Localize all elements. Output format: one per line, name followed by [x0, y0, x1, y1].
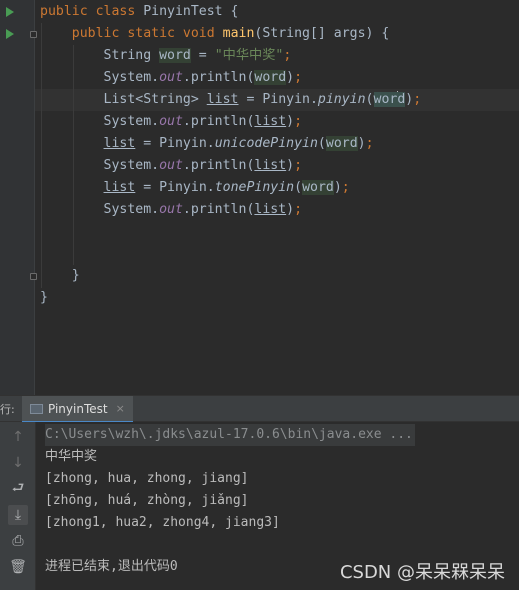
- run-console[interactable]: ↑ ↓ ⮐ ⤓ ⎙ 🗑 C:\Users\wzh\.jdks\azul-17.0.6\bi…: [0, 422, 519, 590]
- code-token: public static void: [40, 26, 223, 41]
- code-token: word: [159, 48, 191, 63]
- arrow-up-icon[interactable]: ↑: [8, 427, 28, 447]
- code-token: String: [40, 48, 160, 63]
- gutter-divider: [34, 0, 35, 395]
- code-token: (: [317, 136, 326, 151]
- code-token: ): [286, 158, 295, 173]
- fold-marker-icon[interactable]: [30, 273, 37, 280]
- code-token: list: [103, 136, 136, 151]
- code-token: System.: [40, 114, 160, 129]
- scroll-to-end-icon[interactable]: ⤓: [8, 505, 28, 525]
- arrow-down-icon[interactable]: ↓: [8, 453, 28, 473]
- code-token: .println(: [182, 158, 255, 173]
- code-token: = Pinyin.: [238, 92, 318, 107]
- code-token: ;: [341, 180, 350, 195]
- code-token: ;: [365, 136, 374, 151]
- code-line[interactable]: List<String> list = Pinyin.pinyin(word);: [40, 89, 421, 111]
- code-token: public class: [40, 4, 144, 19]
- run-class-icon[interactable]: [6, 7, 14, 17]
- code-token: wor: [373, 92, 398, 107]
- run-tab-label: PinyinTest: [48, 401, 108, 416]
- console-output-line: [zhong, hua, zhong, jiang]: [45, 471, 249, 486]
- code-token: =: [190, 48, 215, 63]
- code-line[interactable]: System.out.println(list);: [40, 199, 303, 221]
- console-output-line: 进程已结束,退出代码0: [45, 559, 178, 574]
- code-token: List<String>: [40, 92, 207, 107]
- print-icon[interactable]: ⎙: [8, 531, 28, 551]
- console-output-line: [zhōng, huá, zhòng, jiǎng]: [45, 493, 249, 508]
- console-output-line: [zhong1, hua2, zhong4, jiang3]: [45, 515, 280, 530]
- watermark: CSDN @呆呆槑呆呆: [339, 562, 505, 583]
- code-line[interactable]: System.out.println(word);: [40, 67, 302, 89]
- code-token: (: [294, 180, 303, 195]
- code-token: ): [286, 114, 295, 129]
- code-token: list: [254, 202, 287, 217]
- code-token: ;: [294, 158, 303, 173]
- code-token: tonePinyin: [214, 180, 295, 195]
- console-output-line: 中华中奖: [45, 449, 98, 464]
- code-token: (String[] args) {: [254, 26, 390, 41]
- code-token: main: [222, 26, 255, 41]
- code-token: list: [254, 158, 287, 173]
- code-line[interactable]: public static void main(String[] args) {: [40, 23, 390, 45]
- code-editor[interactable]: public class PinyinTest { public static …: [0, 0, 519, 395]
- code-token: .println(: [182, 114, 255, 129]
- run-label: 行:: [0, 403, 15, 416]
- code-line[interactable]: System.out.println(list);: [40, 111, 303, 133]
- code-token: out: [159, 158, 183, 173]
- fold-marker-icon[interactable]: [30, 31, 37, 38]
- close-icon[interactable]: ×: [116, 402, 125, 415]
- code-line[interactable]: }: [40, 265, 80, 287]
- code-token: ): [357, 136, 366, 151]
- code-token: = Pinyin.: [135, 180, 215, 195]
- run-tool-window-tabbar: 行: PinyinTest ×: [0, 395, 519, 424]
- code-token: word: [254, 70, 287, 85]
- code-token: ): [333, 180, 342, 195]
- code-line[interactable]: System.out.println(list);: [40, 155, 303, 177]
- code-token: word: [302, 180, 334, 195]
- code-token: System.: [40, 202, 160, 217]
- code-token: list: [254, 114, 287, 129]
- code-token: System.: [40, 158, 160, 173]
- code-token: ): [286, 202, 295, 217]
- trash-icon[interactable]: 🗑: [8, 557, 28, 577]
- code-token: "中华中奖": [214, 48, 284, 63]
- code-token: ;: [294, 70, 303, 85]
- code-line[interactable]: list = Pinyin.tonePinyin(word);: [40, 177, 350, 199]
- code-token: ): [286, 70, 295, 85]
- code-token: ;: [283, 48, 292, 63]
- code-line[interactable]: list = Pinyin.unicodePinyin(word);: [40, 133, 374, 155]
- application-window-icon: [30, 403, 43, 414]
- code-token: ;: [413, 92, 422, 107]
- console-command-line: C:\Users\wzh\.jdks\azul-17.0.6\bin\java.…: [45, 424, 415, 446]
- code-token: ;: [294, 114, 303, 129]
- run-tab-pinyintest[interactable]: PinyinTest ×: [22, 396, 133, 424]
- console-toolbar: ↑ ↓ ⮐ ⤓ ⎙ 🗑: [0, 422, 36, 590]
- code-token: ;: [294, 202, 303, 217]
- code-token: pinyin: [317, 92, 366, 107]
- code-line[interactable]: public class PinyinTest {: [40, 1, 239, 23]
- code-token: list: [103, 180, 136, 195]
- code-token: .println(: [182, 70, 255, 85]
- code-token: word: [325, 136, 358, 151]
- code-line[interactable]: String word = "中华中奖";: [40, 45, 291, 67]
- code-token: out: [159, 70, 183, 85]
- editor-gutter: [0, 0, 34, 395]
- code-token: System.: [40, 70, 160, 85]
- code-token: .println(: [182, 202, 255, 217]
- code-token: out: [159, 202, 183, 217]
- code-token: PinyinTest {: [143, 4, 239, 19]
- code-token: }: [40, 268, 80, 283]
- code-token: list: [206, 92, 239, 107]
- run-main-icon[interactable]: [6, 29, 14, 39]
- code-token: = Pinyin.: [135, 136, 215, 151]
- code-token: }: [40, 290, 48, 305]
- code-token: unicodePinyin: [214, 136, 318, 151]
- code-line[interactable]: }: [40, 287, 48, 309]
- soft-wrap-icon[interactable]: ⮐: [8, 479, 28, 499]
- code-token: (: [365, 92, 374, 107]
- code-token: out: [159, 114, 183, 129]
